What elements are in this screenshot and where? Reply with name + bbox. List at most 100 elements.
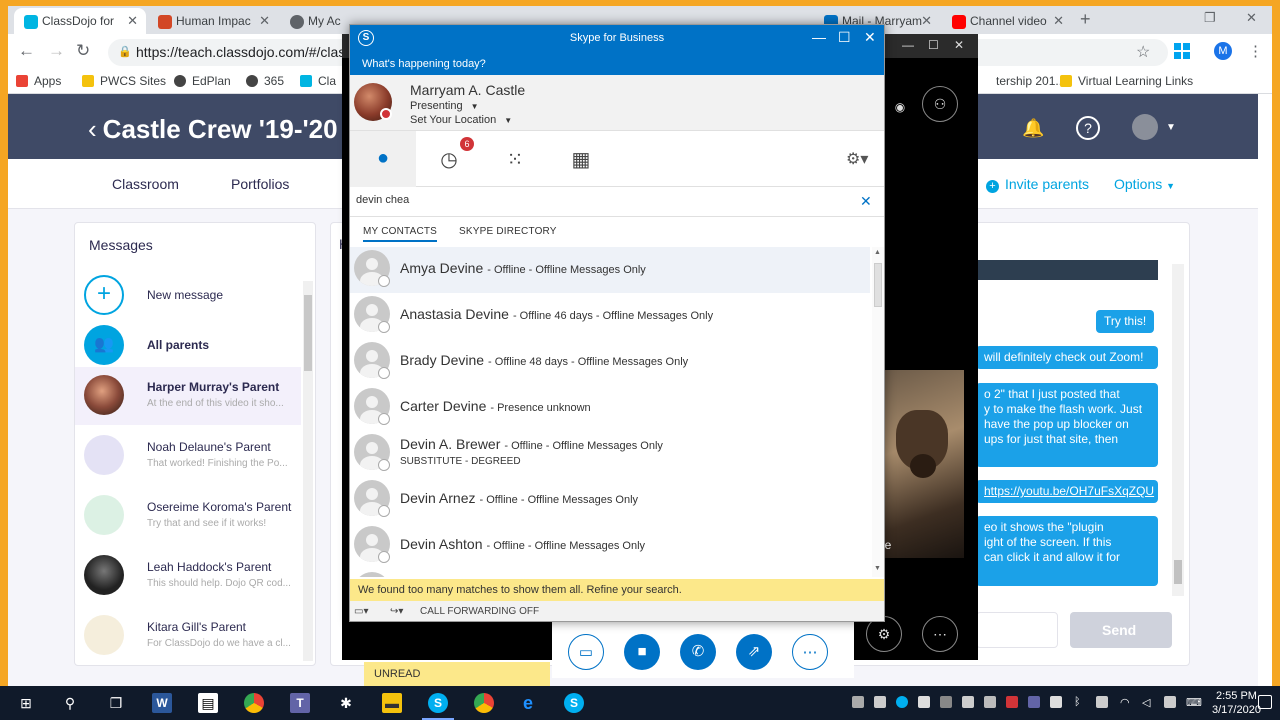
app-icon[interactable]: ✱: [336, 693, 356, 713]
minimize-icon[interactable]: —: [902, 38, 914, 52]
bluetooth-icon[interactable]: ᛒ: [1074, 696, 1086, 708]
image-attachment[interactable]: [976, 260, 1158, 280]
presence-dropdown[interactable]: Presenting ▼: [410, 100, 479, 112]
record-icon[interactable]: ◉: [882, 90, 918, 126]
contacts-scrollbar[interactable]: ▲ ▼: [872, 247, 884, 577]
windows-extension-icon[interactable]: [1174, 43, 1190, 59]
call-forwarding-status[interactable]: CALL FORWARDING OFF: [420, 606, 539, 617]
avatar[interactable]: [1132, 114, 1158, 140]
close-icon[interactable]: ✕: [954, 38, 964, 52]
share-screen-icon[interactable]: ⇗: [736, 634, 772, 670]
chrome-menu-icon[interactable]: ⋮: [1248, 42, 1263, 60]
contact-row[interactable]: Amya Devine - Offline - Offline Messages …: [350, 247, 870, 293]
nav-portfolios[interactable]: Portfolios: [231, 176, 289, 192]
list-item[interactable]: Kitara Gill's Parent For ClassDojo do we…: [75, 607, 301, 665]
bookmark-apps[interactable]: Apps: [16, 74, 61, 88]
messages-scrollbar[interactable]: [303, 281, 313, 661]
tab-channel-video[interactable]: Channel video ✕: [942, 8, 1072, 34]
invite-parents-button[interactable]: + Invite parents: [986, 176, 1089, 193]
contact-row[interactable]: Devin A. Brewer - Offline - Offline Messa…: [350, 431, 870, 477]
tab-my-account[interactable]: My Ac: [280, 8, 341, 34]
gear-icon[interactable]: ⚙▾: [846, 149, 868, 169]
contact-row[interactable]: Carter Devine - Presence unknown: [350, 385, 870, 431]
tray-icon[interactable]: [1028, 696, 1040, 708]
contact-row[interactable]: [350, 569, 870, 577]
tray-icon[interactable]: [852, 696, 864, 708]
skype-icon[interactable]: S: [564, 693, 584, 713]
list-item[interactable]: Harper Murray's Parent At the end of thi…: [75, 367, 301, 425]
whats-happening-field[interactable]: What's happening today?: [350, 51, 884, 75]
scroll-up-icon[interactable]: ▲: [874, 249, 881, 256]
more-options-icon[interactable]: ⋯: [922, 616, 958, 652]
list-item[interactable]: Noah Delaune's Parent That worked! Finis…: [75, 427, 301, 485]
close-tab-icon[interactable]: ✕: [259, 13, 270, 29]
im-icon[interactable]: ▭: [568, 634, 604, 670]
tab-meetings[interactable]: ▦: [548, 131, 614, 187]
add-participant-icon[interactable]: ⚇: [922, 86, 958, 122]
bookmark-edplan[interactable]: EdPlan: [174, 74, 231, 88]
windows-start-icon[interactable]: ⊞: [16, 693, 36, 713]
forward-arrow-icon[interactable]: →: [48, 41, 65, 61]
back-arrow-icon[interactable]: ←: [18, 41, 35, 61]
search-icon[interactable]: ⚲: [60, 693, 80, 713]
word-icon[interactable]: W: [152, 693, 172, 713]
close-tab-icon[interactable]: ✕: [127, 13, 138, 29]
unread-label[interactable]: UNREAD: [364, 662, 550, 686]
task-view-icon[interactable]: ❐: [106, 693, 126, 713]
tray-icon[interactable]: [962, 696, 974, 708]
teams-icon[interactable]: T: [290, 693, 310, 713]
options-dropdown[interactable]: Options ▼: [1114, 176, 1175, 192]
tray-icon[interactable]: [1050, 696, 1062, 708]
skype-business-icon[interactable]: S: [422, 693, 454, 720]
chevron-down-icon[interactable]: ▼: [1166, 122, 1176, 133]
bookmark-internship[interactable]: tership 201...: [978, 74, 1065, 88]
search-input[interactable]: [356, 194, 836, 206]
contact-row[interactable]: Brady Devine - Offline 48 days - Offline …: [350, 339, 870, 385]
edge-icon[interactable]: e: [518, 693, 538, 713]
restore-window-icon[interactable]: ❐: [1204, 10, 1216, 26]
chat-scrollbar[interactable]: [1172, 264, 1184, 596]
battery-icon[interactable]: [1096, 696, 1108, 708]
list-item[interactable]: Leah Haddock's Parent This should help. …: [75, 547, 301, 605]
more-icon[interactable]: ⋯: [792, 634, 828, 670]
video-camera-icon[interactable]: ■: [624, 634, 660, 670]
tray-icon[interactable]: [874, 696, 886, 708]
tray-icon[interactable]: [984, 696, 996, 708]
wifi-icon[interactable]: ◠: [1120, 696, 1132, 709]
clear-search-icon[interactable]: ✕: [860, 193, 872, 210]
tray-icon[interactable]: [918, 696, 930, 708]
tab-classdojo[interactable]: ClassDojo for ✕: [14, 8, 146, 34]
bookmark-classdojo[interactable]: Cla: [300, 74, 336, 88]
bookmark-pwcs-sites[interactable]: PWCS Sites: [82, 74, 166, 88]
call-forwarding-icon[interactable]: ↪▾: [390, 606, 403, 617]
profile-avatar[interactable]: M: [1214, 42, 1232, 60]
file-explorer-icon[interactable]: ▬: [382, 693, 402, 713]
nav-classroom[interactable]: Classroom: [112, 176, 179, 192]
new-tab-plus-icon[interactable]: +: [1080, 9, 1091, 30]
close-window-icon[interactable]: ✕: [1246, 10, 1257, 26]
maximize-icon[interactable]: ☐: [838, 29, 851, 46]
reload-icon[interactable]: ↻: [76, 41, 90, 61]
location-dropdown[interactable]: Set Your Location ▼: [410, 114, 512, 126]
close-icon[interactable]: ✕: [864, 29, 876, 46]
close-tab-icon[interactable]: ✕: [921, 13, 932, 29]
help-icon[interactable]: ?: [1076, 116, 1100, 140]
skype-tray-icon[interactable]: [896, 696, 908, 708]
bookmark-star-icon[interactable]: ☆: [1136, 42, 1150, 62]
tab-human-impact[interactable]: Human Impac ✕: [148, 8, 278, 34]
bookmark-virtual-learning[interactable]: Virtual Learning Links: [1060, 74, 1193, 88]
contact-row[interactable]: Devin Arnez - Offline - Offline Messages …: [350, 477, 870, 523]
scroll-down-icon[interactable]: ▼: [874, 565, 881, 572]
system-clock[interactable]: 2:55 PM 3/17/2020: [1212, 689, 1261, 717]
device-selector-icon[interactable]: ▭▾: [354, 606, 368, 617]
class-title[interactable]: ‹ Castle Crew '19-'20: [88, 114, 338, 145]
tab-phone[interactable]: ⁙: [482, 131, 548, 187]
chrome-icon[interactable]: [244, 693, 264, 713]
volume-icon[interactable]: ◁: [1142, 696, 1154, 709]
maximize-icon[interactable]: ☐: [928, 38, 939, 52]
bookmark-365[interactable]: 365: [246, 74, 284, 88]
store-icon[interactable]: ▤: [198, 693, 218, 713]
tray-icon[interactable]: [1006, 696, 1018, 708]
close-tab-icon[interactable]: ✕: [1053, 13, 1064, 29]
bell-icon[interactable]: 🔔: [1022, 118, 1044, 139]
